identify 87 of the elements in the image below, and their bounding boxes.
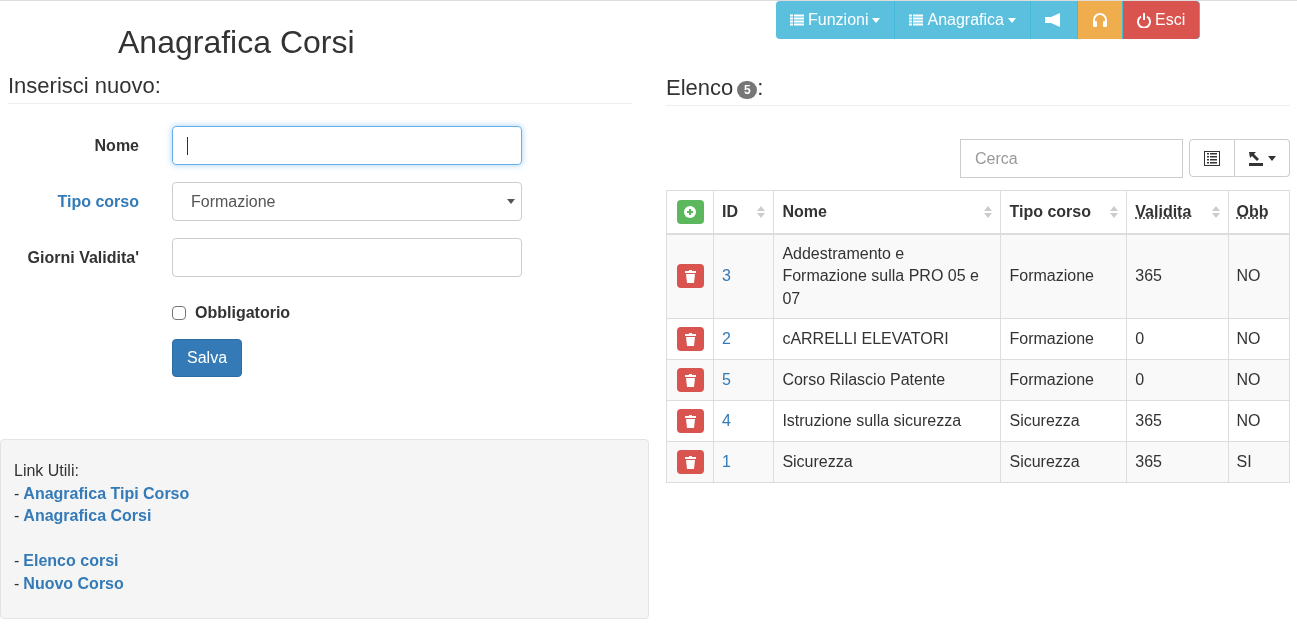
- link[interactable]: Anagrafica Corsi: [23, 505, 152, 528]
- table-cell: Formazione: [1009, 371, 1094, 388]
- caret-icon: [1008, 17, 1016, 23]
- section-heading: Elenco: [666, 75, 734, 101]
- list-icon: [790, 14, 804, 26]
- list-dash: -: [14, 483, 20, 504]
- sort-icon: [1211, 204, 1220, 219]
- section-heading: Inserisci nuovo:: [8, 73, 162, 99]
- trash-icon: [684, 269, 696, 283]
- table-cell: 365: [1135, 267, 1162, 285]
- trash-icon: [684, 373, 696, 387]
- table-cell: 0: [1135, 371, 1145, 388]
- column-header[interactable]: Validita: [1126, 190, 1229, 234]
- sort-icon: [757, 204, 766, 219]
- delete-button[interactable]: [676, 264, 704, 289]
- table-cell: Istruzione sulla sicurezza: [782, 411, 962, 429]
- checkbox[interactable]: [172, 306, 186, 320]
- sort-icon: [1110, 204, 1119, 219]
- id-link[interactable]: 5: [722, 371, 731, 388]
- count-badge: 5: [737, 81, 758, 99]
- table-cell: Formazione: [1009, 267, 1094, 285]
- delete-button[interactable]: [676, 368, 704, 392]
- chevron-down-icon: [507, 199, 515, 204]
- sort-icon: [984, 204, 993, 219]
- export-button[interactable]: [1235, 139, 1290, 177]
- icon-button[interactable]: [1078, 1, 1123, 39]
- delete-button[interactable]: [676, 327, 704, 351]
- id-link[interactable]: 3: [722, 267, 731, 285]
- save-button[interactable]: Salva: [172, 339, 243, 377]
- delete-button[interactable]: [676, 409, 704, 433]
- page-title: Anagrafica Corsi: [118, 23, 356, 61]
- plus-circle-icon: [684, 205, 696, 218]
- field-label: Tipo corso: [56, 191, 139, 212]
- table-cell: 365: [1135, 453, 1162, 470]
- field-label: Nome: [93, 135, 139, 156]
- field-label: Giorni Validita': [26, 247, 139, 268]
- logout-button[interactable]: Esci: [1123, 1, 1201, 39]
- list-dash: -: [14, 551, 20, 571]
- megaphone-icon: [1045, 13, 1063, 27]
- column-header[interactable]: Nome: [773, 190, 1001, 234]
- table-cell: Corso Rilascio Patente: [782, 370, 946, 388]
- text-cursor: [187, 136, 188, 155]
- icon-button[interactable]: [1031, 1, 1078, 39]
- power-icon: [1137, 12, 1151, 28]
- table-cell: cARRELLI ELEVATORI: [782, 329, 949, 347]
- heading-colon: :: [757, 75, 764, 101]
- trash-icon: [684, 455, 696, 469]
- delete-button[interactable]: [676, 450, 704, 474]
- trash-icon: [684, 414, 696, 428]
- table-cell: Sicurezza: [1009, 412, 1080, 429]
- trash-icon: [684, 332, 696, 346]
- input-field[interactable]: [172, 238, 522, 277]
- table-cell: NO: [1236, 371, 1261, 388]
- table-cell: SI: [1236, 453, 1252, 470]
- table-cell: Formazione: [1009, 330, 1094, 347]
- column-header[interactable]: Obb: [1228, 190, 1290, 234]
- link[interactable]: Anagrafica Tipi Corso: [23, 482, 190, 505]
- table-cell: Sicurezza: [782, 452, 853, 470]
- caret-icon: [872, 17, 881, 23]
- table-cell: NO: [1236, 330, 1261, 347]
- search-field[interactable]: Cerca: [960, 139, 1183, 178]
- link[interactable]: Nuovo Corso: [23, 572, 124, 595]
- table-cell: 365: [1135, 412, 1162, 429]
- headset-icon: [1092, 12, 1108, 28]
- table-cell: 0: [1135, 330, 1145, 347]
- id-link[interactable]: 4: [722, 412, 731, 429]
- list-dash: -: [14, 506, 20, 526]
- table-cell: Addestramento e Formazione sulla PRO 05 e 07: [782, 244, 979, 307]
- export-icon: [1248, 150, 1264, 166]
- select-field[interactable]: Formazione: [172, 182, 522, 221]
- table-cell: NO: [1236, 267, 1261, 285]
- list-icon: [1204, 150, 1220, 166]
- list-dash: -: [14, 573, 20, 594]
- column-header[interactable]: ID: [713, 190, 774, 234]
- id-link[interactable]: 2: [722, 330, 731, 347]
- checkbox-label: Obbligatorio: [195, 303, 291, 323]
- links-title: Link Utili:: [14, 461, 80, 481]
- link[interactable]: Elenco corsi: [23, 550, 119, 573]
- id-link[interactable]: 1: [722, 453, 731, 470]
- columns-button[interactable]: [1189, 139, 1235, 177]
- table-cell: Sicurezza: [1009, 453, 1080, 470]
- list-icon: [909, 14, 924, 26]
- caret-icon: [1268, 155, 1276, 161]
- add-button[interactable]: [676, 199, 704, 224]
- input-field[interactable]: [172, 126, 522, 165]
- table-cell: NO: [1236, 412, 1261, 429]
- column-header[interactable]: Tipo corso: [1001, 190, 1127, 234]
